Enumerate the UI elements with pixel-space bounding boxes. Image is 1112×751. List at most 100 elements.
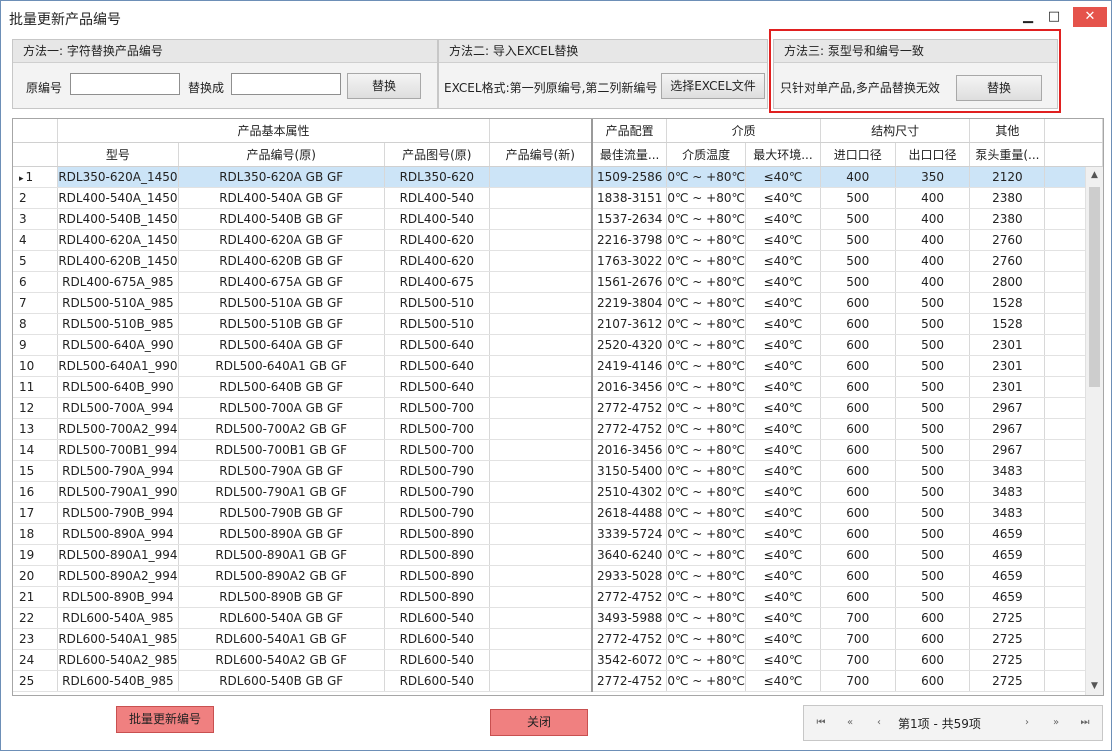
inlet-cell[interactable]: 400 [820, 166, 896, 188]
model-cell[interactable]: RDL500-640A1_990 [57, 355, 179, 377]
outlet-cell[interactable]: 500 [895, 397, 971, 419]
new-code-cell[interactable] [489, 187, 593, 209]
prev-page-icon[interactable]: ‹ [870, 715, 888, 731]
model-cell[interactable]: RDL500-510A_985 [57, 292, 179, 314]
original-code-cell[interactable]: RDL500-790A GB GF [178, 460, 385, 482]
head-weight-cell[interactable]: 2760 [969, 229, 1046, 251]
best-flow-cell[interactable]: 2016-3456 [591, 439, 668, 461]
new-code-cell[interactable] [489, 460, 593, 482]
outlet-cell[interactable]: 600 [895, 670, 971, 692]
outlet-cell[interactable]: 500 [895, 292, 971, 314]
original-drawing-cell[interactable]: RDL500-700 [384, 397, 490, 419]
col-header-max-ambient[interactable]: 最大环境... [745, 142, 821, 167]
original-code-cell[interactable]: RDL500-790B GB GF [178, 502, 385, 524]
outlet-cell[interactable]: 400 [895, 250, 971, 272]
original-code-cell[interactable]: RDL500-510A GB GF [178, 292, 385, 314]
model-cell[interactable]: RDL400-540B_1450 [57, 208, 179, 230]
max-ambient-cell[interactable]: ≤40℃ [745, 334, 821, 356]
medium-temp-cell[interactable]: 0℃ ~ +80℃ [666, 229, 746, 251]
max-ambient-cell[interactable]: ≤40℃ [745, 439, 821, 461]
new-code-cell[interactable] [489, 439, 593, 461]
inlet-cell[interactable]: 700 [820, 649, 896, 671]
max-ambient-cell[interactable]: ≤40℃ [745, 229, 821, 251]
first-page-icon[interactable]: ⏮ [812, 715, 830, 731]
original-number-input[interactable] [70, 73, 180, 95]
inlet-cell[interactable]: 600 [820, 376, 896, 398]
replace-with-input[interactable] [231, 73, 341, 95]
new-code-cell[interactable] [489, 670, 593, 692]
outlet-cell[interactable]: 400 [895, 271, 971, 293]
head-weight-cell[interactable]: 2725 [969, 607, 1046, 629]
head-weight-cell[interactable]: 2800 [969, 271, 1046, 293]
inlet-cell[interactable]: 500 [820, 208, 896, 230]
medium-temp-cell[interactable]: 0℃ ~ +80℃ [666, 670, 746, 692]
model-cell[interactable]: RDL500-790A_994 [57, 460, 179, 482]
max-ambient-cell[interactable]: ≤40℃ [745, 460, 821, 482]
medium-temp-cell[interactable]: 0℃ ~ +80℃ [666, 334, 746, 356]
inlet-cell[interactable]: 600 [820, 418, 896, 440]
model-cell[interactable]: RDL400-675A_985 [57, 271, 179, 293]
scroll-down-icon[interactable]: ▼ [1086, 678, 1103, 695]
table-row[interactable]: 12 RDL500-700A_994 RDL500-700A GB GF RDL500… [13, 397, 1103, 419]
model-cell[interactable]: RDL500-890A_994 [57, 523, 179, 545]
table-row[interactable]: 22 RDL600-540A_985 RDL600-540A GB GF RDL600… [13, 607, 1103, 629]
best-flow-cell[interactable]: 2618-4488 [591, 502, 668, 524]
medium-temp-cell[interactable]: 0℃ ~ +80℃ [666, 439, 746, 461]
next-page-icon[interactable]: › [1018, 715, 1036, 731]
inlet-cell[interactable]: 500 [820, 250, 896, 272]
table-row[interactable]: 18 RDL500-890A_994 RDL500-890A GB GF RDL500… [13, 523, 1103, 545]
max-ambient-cell[interactable]: ≤40℃ [745, 187, 821, 209]
original-drawing-cell[interactable]: RDL500-510 [384, 292, 490, 314]
best-flow-cell[interactable]: 1561-2676 [591, 271, 668, 293]
col-header-head-weight[interactable]: 泵头重量(... [969, 142, 1046, 167]
medium-temp-cell[interactable]: 0℃ ~ +80℃ [666, 523, 746, 545]
head-weight-cell[interactable]: 2967 [969, 439, 1046, 461]
new-code-cell[interactable] [489, 355, 593, 377]
outlet-cell[interactable]: 600 [895, 607, 971, 629]
original-drawing-cell[interactable]: RDL600-540 [384, 649, 490, 671]
inlet-cell[interactable]: 600 [820, 586, 896, 608]
original-code-cell[interactable]: RDL500-890A2 GB GF [178, 565, 385, 587]
new-code-cell[interactable] [489, 250, 593, 272]
new-code-cell[interactable] [489, 544, 593, 566]
original-code-cell[interactable]: RDL400-620A GB GF [178, 229, 385, 251]
original-code-cell[interactable]: RDL500-640B GB GF [178, 376, 385, 398]
product-grid[interactable]: 产品基本属性 产品配置 介质 结构尺寸 其他 型号 产品编号(原) 产品图号(原… [12, 118, 1104, 696]
medium-temp-cell[interactable]: 0℃ ~ +80℃ [666, 208, 746, 230]
inlet-cell[interactable]: 600 [820, 523, 896, 545]
new-code-cell[interactable] [489, 229, 593, 251]
new-code-cell[interactable] [489, 586, 593, 608]
col-header-medium-temp[interactable]: 介质温度 [666, 142, 746, 167]
original-drawing-cell[interactable]: RDL500-700 [384, 418, 490, 440]
inlet-cell[interactable]: 700 [820, 670, 896, 692]
outlet-cell[interactable]: 500 [895, 376, 971, 398]
outlet-cell[interactable]: 500 [895, 544, 971, 566]
col-header-model[interactable]: 型号 [57, 142, 179, 167]
table-row[interactable]: 14 RDL500-700B1_994 RDL500-700B1 GB GF RDL5… [13, 439, 1103, 461]
max-ambient-cell[interactable]: ≤40℃ [745, 166, 821, 188]
table-row[interactable]: 6 RDL400-675A_985 RDL400-675A GB GF RDL400-… [13, 271, 1103, 293]
new-code-cell[interactable] [489, 628, 593, 650]
table-row[interactable]: 2 RDL400-540A_1450 RDL400-540A GB GF RDL400… [13, 187, 1103, 209]
original-drawing-cell[interactable]: RDL400-620 [384, 229, 490, 251]
model-cell[interactable]: RDL600-540B_985 [57, 670, 179, 692]
original-code-cell[interactable]: RDL500-640A GB GF [178, 334, 385, 356]
original-drawing-cell[interactable]: RDL500-510 [384, 313, 490, 335]
model-cell[interactable]: RDL400-540A_1450 [57, 187, 179, 209]
model-cell[interactable]: RDL500-700B1_994 [57, 439, 179, 461]
close-button[interactable]: 关闭 [490, 709, 588, 736]
table-row[interactable]: 13 RDL500-700A2_994 RDL500-700A2 GB GF RDL5… [13, 418, 1103, 440]
new-code-cell[interactable] [489, 502, 593, 524]
max-ambient-cell[interactable]: ≤40℃ [745, 670, 821, 692]
original-drawing-cell[interactable]: RDL500-890 [384, 586, 490, 608]
original-drawing-cell[interactable]: RDL500-640 [384, 334, 490, 356]
outlet-cell[interactable]: 500 [895, 502, 971, 524]
original-drawing-cell[interactable]: RDL500-640 [384, 376, 490, 398]
col-header-best-flow[interactable]: 最佳流量... [591, 142, 668, 167]
original-code-cell[interactable]: RDL500-790A1 GB GF [178, 481, 385, 503]
medium-temp-cell[interactable]: 0℃ ~ +80℃ [666, 502, 746, 524]
outlet-cell[interactable]: 400 [895, 229, 971, 251]
original-code-cell[interactable]: RDL500-890A GB GF [178, 523, 385, 545]
medium-temp-cell[interactable]: 0℃ ~ +80℃ [666, 481, 746, 503]
table-row[interactable]: 9 RDL500-640A_990 RDL500-640A GB GF RDL500-… [13, 334, 1103, 356]
